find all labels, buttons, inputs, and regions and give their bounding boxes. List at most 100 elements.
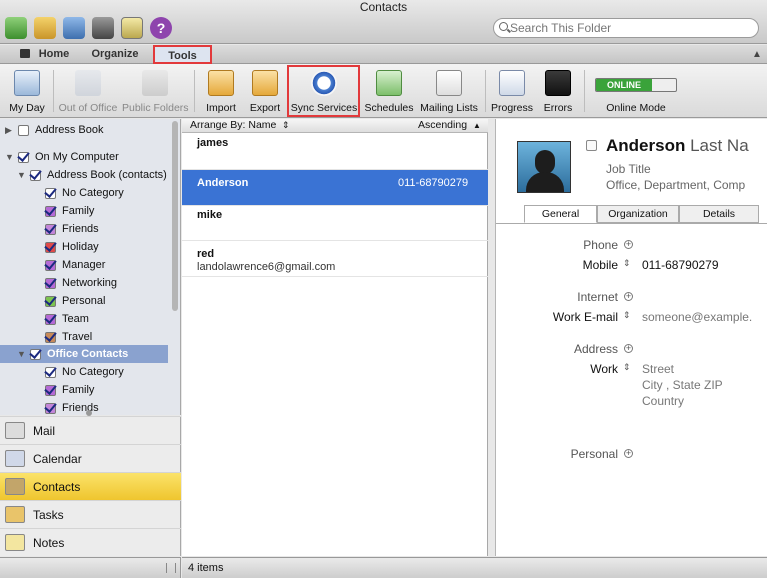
folder-checkbox[interactable]: [30, 170, 41, 181]
folder-scrollbar[interactable]: [172, 121, 178, 311]
arrange-by-button[interactable]: Arrange By: Name: [190, 119, 276, 132]
online-toggle[interactable]: ONLINE: [595, 78, 677, 92]
notes-icon: [5, 534, 25, 551]
disclosure-triangle-icon[interactable]: ▼: [5, 148, 14, 166]
contact-name: james: [197, 137, 229, 149]
folder-item[interactable]: Team: [0, 310, 170, 328]
folder-checkbox[interactable]: [45, 278, 56, 289]
search-input[interactable]: Search This Folder: [493, 18, 759, 38]
nav-item-tasks[interactable]: Tasks: [0, 500, 181, 528]
folder-checkbox[interactable]: [45, 206, 56, 217]
folder-checkbox[interactable]: [45, 260, 56, 271]
folder-checkbox[interactable]: [45, 332, 56, 343]
resize-grip-icon[interactable]: [166, 563, 176, 573]
flag-checkbox[interactable]: [586, 140, 597, 151]
folder-item[interactable]: ▼ On My Computer: [0, 148, 170, 166]
street-field[interactable]: Street: [642, 362, 674, 376]
add-phone-icon[interactable]: +: [624, 240, 633, 249]
disclosure-triangle-icon[interactable]: ▼: [17, 345, 26, 363]
folder-item[interactable]: Family: [0, 381, 170, 399]
nav-item-calendar[interactable]: Calendar: [0, 444, 181, 472]
folder-checkbox[interactable]: [45, 403, 56, 414]
folder-item[interactable]: ▶ Address Book: [0, 121, 170, 139]
folder-item[interactable]: Travel: [0, 328, 170, 346]
folder-item[interactable]: Personal: [0, 292, 170, 310]
folder-checkbox[interactable]: [45, 314, 56, 325]
tab-details[interactable]: Details: [679, 205, 759, 223]
my-day-button[interactable]: My Day: [4, 64, 50, 118]
nav-item-contacts[interactable]: Contacts: [0, 472, 181, 500]
tab-home[interactable]: Home: [34, 45, 74, 64]
folder-item[interactable]: No Category: [0, 184, 170, 202]
contact-list-item[interactable]: red landolawrence6@gmail.com: [182, 241, 488, 277]
nav-item-mail[interactable]: Mail: [0, 416, 181, 444]
office-field[interactable]: Office,: [606, 178, 640, 192]
job-title-field[interactable]: Job Title: [606, 162, 651, 176]
mobile-label[interactable]: Mobile: [536, 258, 618, 272]
add-address-icon[interactable]: +: [624, 344, 633, 353]
folder-item[interactable]: No Category: [0, 363, 170, 381]
print-icon[interactable]: [92, 17, 114, 39]
folder-checkbox[interactable]: [45, 188, 56, 199]
folder-checkbox[interactable]: [45, 242, 56, 253]
mailing-lists-button[interactable]: Mailing Lists: [418, 64, 480, 118]
collapse-ribbon-icon[interactable]: ▲: [752, 49, 762, 60]
disclosure-triangle-icon[interactable]: ▼: [17, 166, 26, 184]
folder-item[interactable]: Networking: [0, 274, 170, 292]
contact-phone: 011-68790279: [398, 177, 469, 189]
work-email-value[interactable]: someone@example.: [642, 310, 752, 324]
last-name-field[interactable]: Last Na: [690, 136, 749, 155]
errors-button[interactable]: Errors: [538, 64, 578, 118]
public-folders-button[interactable]: Public Folders: [122, 64, 189, 118]
import-button[interactable]: Import: [200, 64, 242, 118]
folder-checkbox[interactable]: [45, 296, 56, 307]
contact-list-item[interactable]: mike: [182, 206, 488, 241]
contact-name: red: [197, 248, 215, 260]
folder-item[interactable]: Friends: [0, 220, 170, 238]
help-icon[interactable]: ?: [150, 17, 172, 39]
folder-checkbox[interactable]: [18, 125, 29, 136]
tab-tools[interactable]: Tools: [153, 45, 212, 64]
nav-item-notes[interactable]: Notes: [0, 528, 181, 556]
folder-checkbox[interactable]: [45, 224, 56, 235]
company-field[interactable]: Comp: [713, 178, 745, 192]
folder-item[interactable]: Manager: [0, 256, 170, 274]
work-address-label[interactable]: Work: [536, 362, 618, 376]
folder-item[interactable]: ▼ Address Book (contacts): [0, 166, 170, 184]
email-type-icon[interactable]: ⇕: [623, 310, 631, 321]
city-state-zip-field[interactable]: City , State ZIP: [642, 378, 723, 392]
out-of-office-button[interactable]: Out of Office: [57, 64, 119, 118]
add-internet-icon[interactable]: +: [624, 292, 633, 301]
undo-icon[interactable]: [34, 17, 56, 39]
mobile-type-icon[interactable]: ⇕: [623, 258, 631, 269]
tab-general[interactable]: General: [524, 205, 597, 223]
work-email-label[interactable]: Work E-mail: [536, 310, 618, 324]
folder-checkbox[interactable]: [18, 152, 29, 163]
folder-checkbox[interactable]: [30, 349, 41, 360]
department-field[interactable]: Department,: [644, 178, 710, 192]
avatar[interactable]: [517, 141, 571, 193]
tab-organize[interactable]: Organize: [84, 45, 146, 64]
folder-item[interactable]: Friends: [0, 399, 170, 415]
notes-toolbar-icon[interactable]: [121, 17, 143, 39]
folder-item[interactable]: Holiday: [0, 238, 170, 256]
schedules-button[interactable]: Schedules: [364, 64, 414, 118]
first-name-field[interactable]: Anderson: [606, 136, 685, 155]
folder-checkbox[interactable]: [45, 385, 56, 396]
folder-checkbox[interactable]: [45, 367, 56, 378]
tab-organization[interactable]: Organization: [597, 205, 679, 223]
mobile-value[interactable]: 011-68790279: [642, 258, 719, 272]
export-button[interactable]: Export: [245, 64, 285, 118]
folder-item[interactable]: Family: [0, 202, 170, 220]
contact-list-item[interactable]: james: [182, 134, 488, 170]
address-type-icon[interactable]: ⇕: [623, 362, 631, 373]
sort-order-button[interactable]: Ascending: [418, 119, 467, 132]
progress-button[interactable]: Progress: [490, 64, 534, 118]
contact-list-item[interactable]: Anderson 011-68790279: [182, 170, 488, 206]
disclosure-triangle-icon[interactable]: ▶: [5, 121, 12, 139]
add-personal-icon[interactable]: +: [624, 449, 633, 458]
country-field[interactable]: Country: [642, 394, 684, 408]
send-receive-icon[interactable]: [5, 17, 27, 39]
folder-item[interactable]: ▼ Office Contacts: [0, 345, 168, 363]
redo-icon[interactable]: [63, 17, 85, 39]
